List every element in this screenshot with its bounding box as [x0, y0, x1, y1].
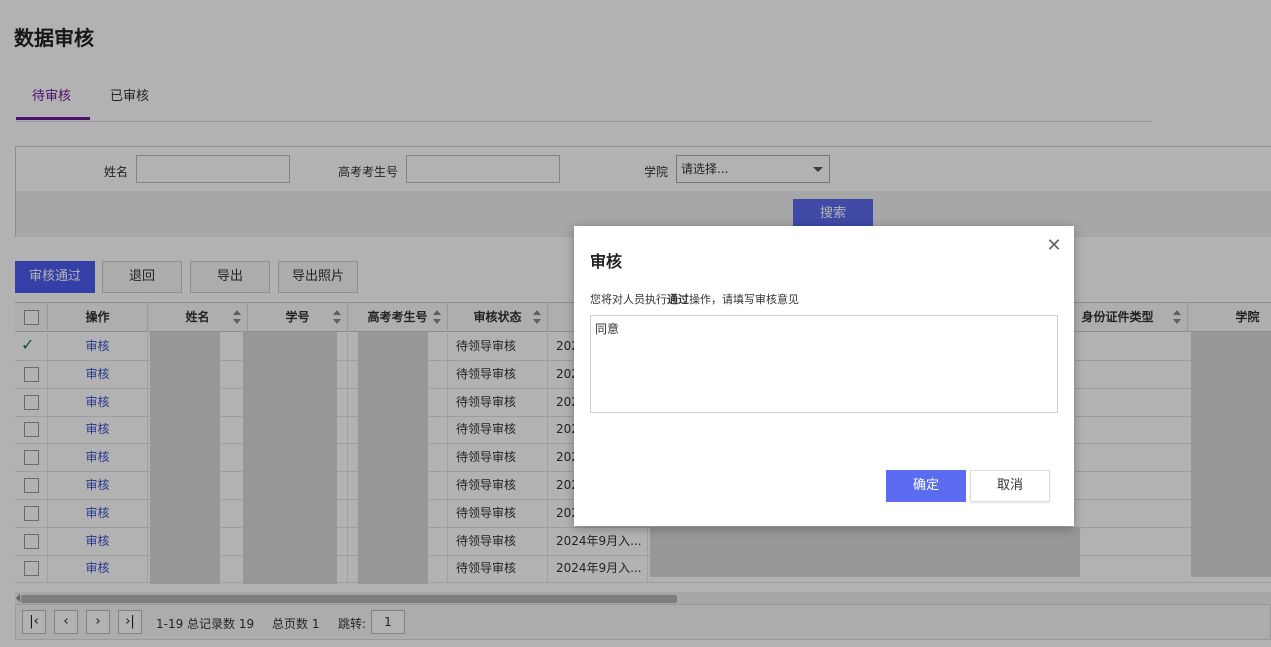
- review-comment-input[interactable]: 同意: [590, 315, 1058, 413]
- dialog-message-suffix: 操作，请填写审核意见: [689, 293, 799, 306]
- cancel-button[interactable]: 取消: [970, 470, 1050, 502]
- close-icon[interactable]: ✕: [1046, 237, 1062, 255]
- dialog-message-action: 通过: [667, 293, 689, 306]
- confirm-button[interactable]: 确定: [886, 470, 966, 502]
- review-dialog: 审核 ✕ 您将对人员执行通过操作，请填写审核意见 同意 确定 取消: [574, 226, 1074, 526]
- dialog-message: 您将对人员执行通过操作，请填写审核意见: [590, 291, 799, 307]
- dialog-message-prefix: 您将对人员执行: [590, 293, 667, 306]
- dialog-title: 审核: [590, 252, 623, 271]
